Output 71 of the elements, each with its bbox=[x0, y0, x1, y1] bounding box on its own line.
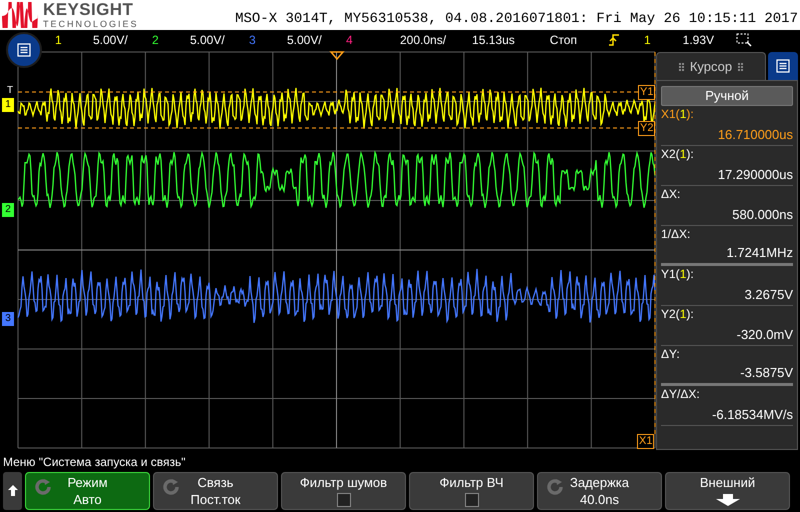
channel-number: 3 bbox=[249, 32, 257, 49]
softkey[interactable]: Фильтр шумов bbox=[281, 472, 406, 510]
rising-edge-icon bbox=[608, 34, 619, 46]
checkbox[interactable] bbox=[464, 492, 478, 506]
panel-menu-tab[interactable] bbox=[768, 52, 798, 80]
softkey-label: Режим bbox=[67, 474, 108, 490]
channel-number: 1 bbox=[55, 32, 63, 49]
softkey[interactable]: Режим Авто bbox=[25, 472, 150, 510]
softkey-label: Фильтр ВЧ bbox=[439, 474, 504, 490]
menu-icon bbox=[17, 43, 31, 57]
checkbox[interactable] bbox=[336, 492, 350, 506]
grip-icon bbox=[678, 62, 684, 70]
cursor-value: 17.290000us bbox=[716, 167, 793, 184]
softkey-value: 40.0ns bbox=[580, 490, 620, 508]
cursor-label: Y1(1): bbox=[661, 267, 695, 282]
cursor-value: 16.710000us bbox=[716, 127, 793, 144]
cursor-value: -6.18534MV/s bbox=[711, 407, 793, 424]
trigger-position-marker bbox=[329, 51, 345, 60]
cursor-label: Y2 bbox=[638, 121, 656, 136]
cursor-value: 3.2675V bbox=[744, 287, 793, 304]
run-state: Стоп bbox=[550, 32, 577, 49]
channel-marker: 1 bbox=[2, 98, 14, 112]
channel-scale: 5.00V/ bbox=[93, 32, 128, 49]
brand-subtitle: TECHNOLOGIES bbox=[43, 20, 139, 29]
delay: 15.13us bbox=[472, 32, 515, 49]
cursor-mode-button[interactable]: Ручной bbox=[661, 86, 793, 106]
softkey[interactable]: Задержка 40.0ns bbox=[537, 472, 662, 510]
softkey-label: Фильтр шумов bbox=[300, 474, 388, 490]
softkey-label: Связь bbox=[198, 474, 234, 490]
menu-icon bbox=[776, 59, 790, 73]
cursor-label: ΔY/ΔX: bbox=[661, 387, 701, 402]
cursor-label: X2(1): bbox=[661, 147, 695, 162]
cursor-value: -3.5875V bbox=[739, 365, 793, 382]
softkey-value: Пост.ток bbox=[190, 490, 240, 508]
softkey[interactable]: Внешний bbox=[665, 472, 790, 510]
up-arrow-icon bbox=[8, 485, 18, 496]
waveform-logo-icon bbox=[2, 2, 38, 28]
grip-icon bbox=[738, 62, 744, 70]
cursor-label: X1 bbox=[637, 434, 654, 449]
trigger-source: 1 bbox=[644, 32, 651, 49]
down-arrow-icon bbox=[716, 494, 740, 506]
cursor-value: 1.7241MHz bbox=[726, 245, 793, 262]
cursor-value: -320.0mV bbox=[736, 327, 793, 344]
zoom-box-icon bbox=[736, 33, 752, 47]
channel-marker: 2 bbox=[2, 203, 14, 217]
softkey-label: Задержка bbox=[570, 474, 630, 490]
trigger-level-marker: T bbox=[7, 85, 14, 97]
menu-title: Меню "Система запуска и связь" bbox=[3, 454, 186, 470]
softkey-value: Авто bbox=[73, 490, 102, 508]
back-button[interactable] bbox=[3, 472, 22, 510]
cursor-value: 580.000ns bbox=[731, 207, 793, 224]
timebase: 200.0ns/ bbox=[400, 32, 446, 49]
cursor-label: ΔX: bbox=[661, 187, 682, 202]
channel-number: 2 bbox=[152, 32, 160, 49]
softkey[interactable]: Фильтр ВЧ bbox=[409, 472, 534, 510]
cursor-label: 1/ΔX: bbox=[661, 227, 692, 242]
softkey-label: Внешний bbox=[700, 474, 756, 490]
menu-button[interactable] bbox=[6, 32, 42, 68]
cursor-label: ΔY: bbox=[661, 347, 681, 362]
brand-name: KEYSIGHT bbox=[43, 1, 134, 18]
softkey[interactable]: Связь Пост.ток bbox=[153, 472, 278, 510]
window-title: MSO-X 3014T, MY56310538, 04.08.2016071801: Fri May 26 10:15:11 2017 bbox=[235, 10, 798, 29]
cursor-tab[interactable]: Курсор bbox=[656, 52, 766, 80]
cursor-label: X1(1): bbox=[661, 107, 695, 122]
channel-number: 4 bbox=[346, 32, 354, 49]
cursor-label: Y2(1): bbox=[661, 307, 695, 322]
channel-scale: 5.00V/ bbox=[287, 32, 322, 49]
channel-marker: 3 bbox=[2, 312, 14, 326]
cursor-label: Y1 bbox=[638, 85, 656, 100]
channel-scale: 5.00V/ bbox=[190, 32, 225, 49]
trigger-level: 1.93V bbox=[682, 32, 714, 49]
